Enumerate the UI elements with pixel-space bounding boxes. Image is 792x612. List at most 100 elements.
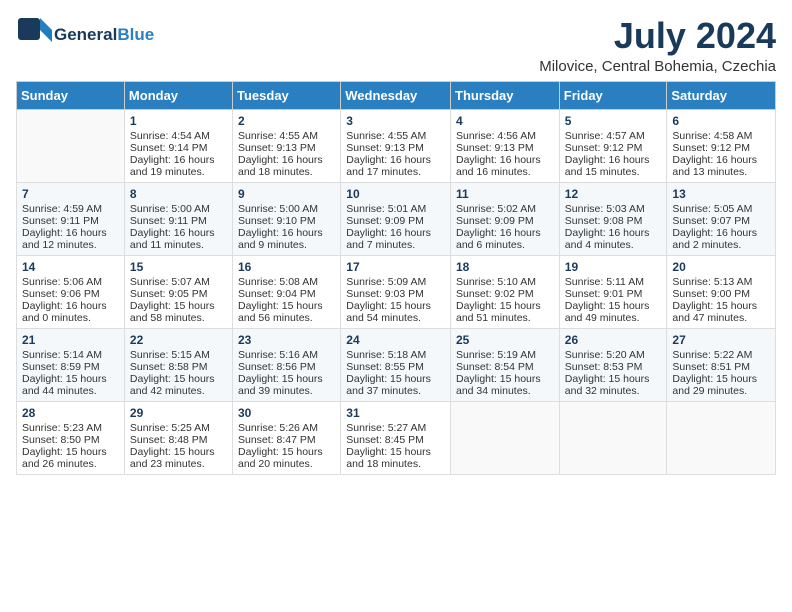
daylight: Daylight: 16 hours and 19 minutes. — [130, 154, 215, 178]
daylight: Daylight: 16 hours and 0 minutes. — [22, 300, 107, 324]
sunrise: Sunrise: 4:55 AM — [238, 130, 318, 142]
calendar-cell — [451, 401, 560, 474]
calendar-cell: 4Sunrise: 4:56 AMSunset: 9:13 PMDaylight… — [451, 109, 560, 182]
daylight: Daylight: 15 hours and 32 minutes. — [565, 373, 650, 397]
sunset: Sunset: 9:06 PM — [22, 288, 100, 300]
day-number: 2 — [238, 114, 335, 128]
calendar: SundayMondayTuesdayWednesdayThursdayFrid… — [16, 81, 776, 475]
daylight: Daylight: 16 hours and 2 minutes. — [672, 227, 757, 251]
sunset: Sunset: 9:13 PM — [238, 142, 316, 154]
daylight: Daylight: 15 hours and 37 minutes. — [346, 373, 431, 397]
calendar-cell: 5Sunrise: 4:57 AMSunset: 9:12 PMDaylight… — [559, 109, 667, 182]
sunset: Sunset: 9:13 PM — [346, 142, 424, 154]
col-header-saturday: Saturday — [667, 81, 776, 109]
daylight: Daylight: 15 hours and 56 minutes. — [238, 300, 323, 324]
sunrise: Sunrise: 5:09 AM — [346, 276, 426, 288]
sunrise: Sunrise: 4:57 AM — [565, 130, 645, 142]
logo: General Blue — [16, 16, 154, 54]
sunrise: Sunrise: 5:16 AM — [238, 349, 318, 361]
day-number: 29 — [130, 406, 227, 420]
daylight: Daylight: 15 hours and 29 minutes. — [672, 373, 757, 397]
sunset: Sunset: 9:14 PM — [130, 142, 208, 154]
sunset: Sunset: 9:00 PM — [672, 288, 750, 300]
calendar-cell: 9Sunrise: 5:00 AMSunset: 9:10 PMDaylight… — [233, 182, 341, 255]
sunrise: Sunrise: 5:22 AM — [672, 349, 752, 361]
day-number: 8 — [130, 187, 227, 201]
calendar-cell: 3Sunrise: 4:55 AMSunset: 9:13 PMDaylight… — [341, 109, 451, 182]
day-number: 22 — [130, 333, 227, 347]
day-number: 9 — [238, 187, 335, 201]
sunset: Sunset: 8:50 PM — [22, 434, 100, 446]
calendar-cell: 25 Sunrise: 5:19 AMSunset: 8:54 PMDayligh… — [451, 328, 560, 401]
day-number: 12 — [565, 187, 662, 201]
sunset: Sunset: 8:54 PM — [456, 361, 534, 373]
sunset: Sunset: 9:09 PM — [456, 215, 534, 227]
day-number: 21 — [22, 333, 119, 347]
sunrise: Sunrise: 5:05 AM — [672, 203, 752, 215]
sunset: Sunset: 9:01 PM — [565, 288, 643, 300]
header: General Blue July 2024 Milovice, Central… — [16, 16, 776, 75]
day-number: 25 — [456, 333, 554, 347]
daylight: Daylight: 16 hours and 15 minutes. — [565, 154, 650, 178]
calendar-cell: 8Sunrise: 5:00 AMSunset: 9:11 PMDaylight… — [124, 182, 232, 255]
daylight: Daylight: 16 hours and 9 minutes. — [238, 227, 323, 251]
daylight: Daylight: 15 hours and 39 minutes. — [238, 373, 323, 397]
daylight: Daylight: 15 hours and 42 minutes. — [130, 373, 215, 397]
day-number: 24 — [346, 333, 445, 347]
sunset: Sunset: 8:51 PM — [672, 361, 750, 373]
day-number: 4 — [456, 114, 554, 128]
daylight: Daylight: 15 hours and 51 minutes. — [456, 300, 541, 324]
daylight: Daylight: 15 hours and 58 minutes. — [130, 300, 215, 324]
daylight: Daylight: 15 hours and 20 minutes. — [238, 446, 323, 470]
calendar-cell — [559, 401, 667, 474]
day-number: 17 — [346, 260, 445, 274]
daylight: Daylight: 15 hours and 34 minutes. — [456, 373, 541, 397]
day-number: 5 — [565, 114, 662, 128]
sunset: Sunset: 8:56 PM — [238, 361, 316, 373]
daylight: Daylight: 16 hours and 13 minutes. — [672, 154, 757, 178]
logo-general: General — [54, 25, 117, 45]
sunrise: Sunrise: 5:19 AM — [456, 349, 536, 361]
calendar-cell: 13Sunrise: 5:05 AMSunset: 9:07 PMDayligh… — [667, 182, 776, 255]
sunrise: Sunrise: 5:23 AM — [22, 422, 102, 434]
day-number: 15 — [130, 260, 227, 274]
sunrise: Sunrise: 4:59 AM — [22, 203, 102, 215]
calendar-cell: 16Sunrise: 5:08 AMSunset: 9:04 PMDayligh… — [233, 255, 341, 328]
sunset: Sunset: 9:04 PM — [238, 288, 316, 300]
sunrise: Sunrise: 5:02 AM — [456, 203, 536, 215]
calendar-cell: 28Sunrise: 5:23 AMSunset: 8:50 PMDayligh… — [17, 401, 125, 474]
day-number: 27 — [672, 333, 770, 347]
day-number: 31 — [346, 406, 445, 420]
daylight: Daylight: 16 hours and 18 minutes. — [238, 154, 323, 178]
day-number: 19 — [565, 260, 662, 274]
day-number: 20 — [672, 260, 770, 274]
col-header-sunday: Sunday — [17, 81, 125, 109]
daylight: Daylight: 16 hours and 12 minutes. — [22, 227, 107, 251]
sunset: Sunset: 9:07 PM — [672, 215, 750, 227]
sunset: Sunset: 8:48 PM — [130, 434, 208, 446]
sunset: Sunset: 9:12 PM — [672, 142, 750, 154]
calendar-cell: 22Sunrise: 5:15 AMSunset: 8:58 PMDayligh… — [124, 328, 232, 401]
sunrise: Sunrise: 5:20 AM — [565, 349, 645, 361]
sunset: Sunset: 9:05 PM — [130, 288, 208, 300]
daylight: Daylight: 15 hours and 47 minutes. — [672, 300, 757, 324]
sunrise: Sunrise: 5:06 AM — [22, 276, 102, 288]
calendar-cell: 6Sunrise: 4:58 AMSunset: 9:12 PMDaylight… — [667, 109, 776, 182]
sunrise: Sunrise: 5:18 AM — [346, 349, 426, 361]
month-title: July 2024 — [539, 16, 776, 56]
day-number: 1 — [130, 114, 227, 128]
sunset: Sunset: 9:03 PM — [346, 288, 424, 300]
sunrise: Sunrise: 5:07 AM — [130, 276, 210, 288]
sunset: Sunset: 8:45 PM — [346, 434, 424, 446]
daylight: Daylight: 15 hours and 26 minutes. — [22, 446, 107, 470]
calendar-cell: 24Sunrise: 5:18 AMSunset: 8:55 PMDayligh… — [341, 328, 451, 401]
calendar-cell: 2 Sunrise: 4:55 AMSunset: 9:13 PMDaylight… — [233, 109, 341, 182]
calendar-cell: 1 Sunrise: 4:54 AMSunset: 9:14 PMDaylight… — [124, 109, 232, 182]
calendar-cell: 18Sunrise: 5:10 AMSunset: 9:02 PMDayligh… — [451, 255, 560, 328]
sunrise: Sunrise: 5:15 AM — [130, 349, 210, 361]
calendar-cell: 27 Sunrise: 5:22 AMSunset: 8:51 PMDayligh… — [667, 328, 776, 401]
sunrise: Sunrise: 4:54 AM — [130, 130, 210, 142]
sunset: Sunset: 9:10 PM — [238, 215, 316, 227]
day-number: 26 — [565, 333, 662, 347]
sunrise: Sunrise: 5:25 AM — [130, 422, 210, 434]
